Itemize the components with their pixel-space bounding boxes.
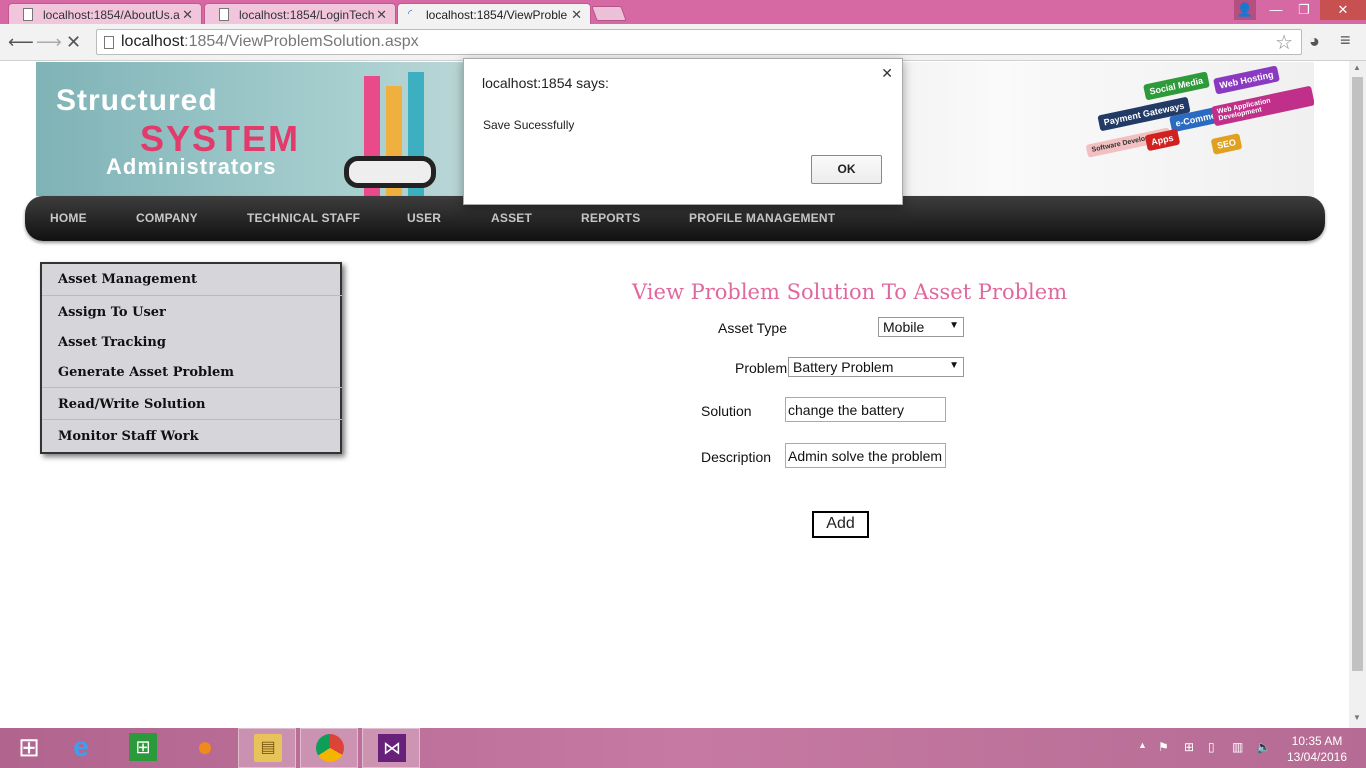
page-icon: [23, 8, 33, 21]
browser-toolbar: ⟵ ⟶ ✕ localhost:1854/ViewProblemSolution…: [0, 24, 1366, 61]
dialog-title: localhost:1854 says:: [482, 75, 609, 91]
show-hidden-icons-arrow[interactable]: ▲: [1138, 740, 1147, 750]
sign-social-media: Social Media: [1143, 71, 1210, 101]
start-button[interactable]: ⊞: [0, 728, 58, 768]
taskbar-chrome[interactable]: [300, 728, 358, 768]
url-host: localhost: [121, 33, 185, 50]
address-bar[interactable]: localhost:1854/ViewProblemSolution.aspx …: [96, 29, 1302, 55]
browser-tab-strip: localhost:1854/AboutUs.a ✕ localhost:185…: [0, 0, 1366, 24]
scroll-up-arrow-icon[interactable]: ▲: [1353, 63, 1361, 72]
close-tab-icon[interactable]: ✕: [182, 7, 193, 23]
divider: [42, 387, 342, 388]
network-icon[interactable]: ▥: [1232, 740, 1243, 754]
device-icon[interactable]: ▯: [1208, 740, 1215, 754]
dropdown-arrow-icon: ▼: [949, 320, 959, 331]
action-center-flag-icon[interactable]: ⚑: [1158, 740, 1169, 754]
taskbar-visual-studio[interactable]: ⋈: [362, 728, 420, 768]
logo-text-structured: Structured: [56, 84, 218, 117]
page-icon: [104, 36, 114, 49]
close-tab-icon[interactable]: ✕: [571, 7, 582, 23]
problem-label: Problem: [735, 360, 788, 376]
sign-web-hosting: Web Hosting: [1213, 65, 1280, 95]
sidebar-item-monitor-staff-work[interactable]: Monitor Staff Work: [58, 429, 199, 444]
store-icon: ⊞: [129, 733, 157, 761]
alert-dialog: localhost:1854 says: ✕ Save Sucessfully …: [463, 58, 903, 205]
menu-item-profile-management[interactable]: PROFILE MANAGEMENT: [689, 211, 835, 225]
back-arrow-icon[interactable]: ⟵: [8, 32, 34, 53]
taskbar-store[interactable]: ⊞: [114, 728, 172, 768]
divider: [42, 419, 342, 420]
menu-item-technical-staff[interactable]: TECHNICAL STAFF: [247, 211, 360, 225]
scroll-down-arrow-icon[interactable]: ▼: [1353, 713, 1361, 722]
stop-loading-icon[interactable]: ✕: [66, 32, 81, 53]
menu-item-asset[interactable]: ASSET: [491, 211, 532, 225]
solution-label: Solution: [701, 403, 752, 419]
tab-title: localhost:1854/LoginTech: [239, 8, 375, 22]
browser-tab-active[interactable]: ◜ localhost:1854/ViewProble ✕: [397, 3, 591, 24]
scrollbar-thumb[interactable]: [1352, 77, 1363, 671]
extension-globe-icon[interactable]: ◕: [1309, 31, 1320, 52]
menu-item-user[interactable]: USER: [407, 211, 441, 225]
description-label: Description: [701, 449, 772, 465]
url-path: :1854/ViewProblemSolution.aspx: [184, 33, 419, 50]
menu-item-home[interactable]: HOME: [50, 211, 87, 225]
loading-spinner-icon: ◜: [408, 8, 413, 20]
sidebar-item-assign-to-user[interactable]: Assign To User: [58, 305, 166, 320]
page-title: View Problem Solution To Asset Problem: [632, 280, 1068, 304]
page-icon: [219, 8, 229, 21]
sidebar-item-read-write-solution[interactable]: Read/Write Solution: [58, 397, 205, 412]
problem-select[interactable]: Battery Problem ▼: [788, 357, 964, 377]
ok-button[interactable]: OK: [811, 155, 882, 184]
restore-button[interactable]: ❐: [1290, 0, 1318, 20]
menu-item-company[interactable]: COMPANY: [136, 211, 198, 225]
sidebar-item-generate-asset-problem[interactable]: Generate Asset Problem: [58, 365, 234, 380]
taskbar-media-player[interactable]: ●: [176, 728, 234, 768]
volume-icon[interactable]: 🔈: [1256, 740, 1271, 754]
minimize-button[interactable]: —: [1262, 0, 1290, 20]
clock-time: 10:35 AM: [1291, 734, 1343, 748]
logo-text-administrators: Administrators: [106, 154, 277, 179]
visual-studio-icon: ⋈: [378, 734, 406, 762]
close-window-button[interactable]: ✕: [1320, 0, 1366, 20]
sidebar-item-asset-management[interactable]: Asset Management: [58, 272, 197, 287]
solution-input[interactable]: change the battery: [785, 397, 946, 422]
sidebar-menu: Asset Management Assign To User Asset Tr…: [40, 262, 342, 454]
add-button[interactable]: Add: [812, 511, 869, 538]
chrome-icon: [316, 734, 344, 762]
menu-hamburger-icon[interactable]: ≡: [1340, 30, 1351, 51]
dialog-message: Save Sucessfully: [483, 118, 575, 132]
asset-type-selected-value: Mobile: [883, 319, 925, 335]
dropdown-arrow-icon: ▼: [949, 360, 959, 371]
media-player-icon: ●: [196, 731, 214, 762]
asset-type-label: Asset Type: [718, 320, 788, 336]
sign-seo: SEO: [1210, 133, 1243, 155]
bookmark-star-icon[interactable]: ☆: [1275, 30, 1293, 55]
page-scrollbar[interactable]: ▲ ▼: [1349, 61, 1366, 728]
glasses-graphic: [344, 156, 436, 188]
clock-date: 13/04/2016: [1286, 750, 1348, 764]
user-profile-icon[interactable]: 👤: [1234, 0, 1256, 20]
tab-title: localhost:1854/ViewProble: [426, 8, 568, 22]
windows-icon[interactable]: ⊞: [1184, 740, 1194, 754]
problem-selected-value: Battery Problem: [793, 359, 894, 375]
browser-tab[interactable]: localhost:1854/LoginTech ✕: [204, 3, 396, 24]
internet-explorer-icon: e: [73, 731, 89, 762]
menu-item-reports[interactable]: REPORTS: [581, 211, 640, 225]
forward-arrow-icon[interactable]: ⟶: [36, 32, 62, 53]
close-icon[interactable]: ✕: [881, 65, 893, 82]
taskbar-file-explorer[interactable]: ▤: [238, 728, 296, 768]
new-tab-button[interactable]: [591, 6, 627, 21]
sidebar-item-asset-tracking[interactable]: Asset Tracking: [58, 335, 166, 350]
system-clock[interactable]: 10:35 AM 13/04/2016: [1284, 733, 1350, 765]
close-tab-icon[interactable]: ✕: [376, 7, 387, 23]
divider: [42, 295, 342, 296]
browser-tab[interactable]: localhost:1854/AboutUs.a ✕: [8, 3, 202, 24]
windows-taskbar: ⊞ e ⊞ ● ▤ ⋈ ▲ ⚑ ⊞ ▯ ▥ 🔈 10:35 AM 13/04/2…: [0, 728, 1366, 768]
folder-icon: ▤: [254, 734, 282, 762]
taskbar-internet-explorer[interactable]: e: [52, 728, 110, 768]
asset-type-select[interactable]: Mobile ▼: [878, 317, 964, 337]
windows-logo-icon: ⊞: [18, 732, 40, 762]
tab-title: localhost:1854/AboutUs.a: [43, 8, 180, 22]
description-input[interactable]: Admin solve the problem: [785, 443, 946, 468]
